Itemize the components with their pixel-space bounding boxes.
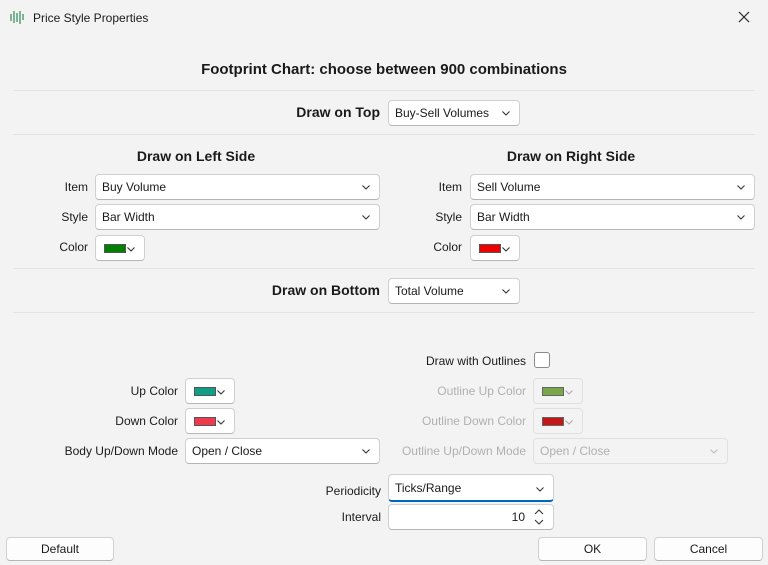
down-color-picker[interactable] [185,408,235,434]
left-item-value: Buy Volume [102,180,167,194]
chevron-down-icon [127,247,135,252]
outline-down-label: Outline Down Color [421,414,526,428]
periodicity-value: Ticks/Range [395,481,462,495]
right-item-dropdown[interactable]: Sell Volume [470,174,755,200]
outline-mode-value: Open / Close [540,444,611,458]
window-title: Price Style Properties [33,11,149,25]
right-color-picker[interactable] [470,235,520,261]
outline-up-label: Outline Up Color [437,384,526,398]
left-style-value: Bar Width [102,210,155,224]
chevron-down-icon [362,215,370,220]
left-style-dropdown[interactable]: Bar Width [95,204,380,230]
left-color-label: Color [59,240,88,254]
interval-value: 10 [511,510,525,524]
outline-mode-dropdown[interactable]: Open / Close [533,438,728,464]
outline-up-color-picker[interactable] [533,378,583,404]
chevron-down-icon [217,390,225,395]
body-mode-dropdown[interactable]: Open / Close [185,438,380,464]
periodicity-label: Periodicity [325,484,381,498]
right-side-heading: Draw on Right Side [506,148,636,164]
chevron-down-icon [217,420,225,425]
periodicity-dropdown[interactable]: Ticks/Range [388,474,554,502]
title-bar: Price Style Properties [0,0,768,34]
draw-bottom-value: Total Volume [395,284,464,298]
chevron-down-icon [362,449,370,454]
left-item-label: Item [64,180,88,194]
draw-bottom-label: Draw on Bottom [271,282,380,298]
outline-down-color-picker[interactable] [533,408,583,434]
right-style-label: Style [435,210,462,224]
bar-chart-icon [10,11,24,24]
up-color-label: Up Color [130,384,178,398]
color-swatch [542,417,564,426]
chevron-down-icon [536,487,544,492]
interval-spinner[interactable]: 10 [388,504,554,530]
divider [13,90,755,91]
color-swatch [479,244,501,253]
body-mode-value: Open / Close [192,444,263,458]
up-color-picker[interactable] [185,378,235,404]
right-item-value: Sell Volume [477,180,541,194]
right-item-label: Item [438,180,462,194]
color-swatch [194,387,216,396]
color-swatch [104,244,126,253]
default-button[interactable]: Default [6,537,114,561]
chevron-down-icon [710,449,718,454]
chevron-down-icon [362,185,370,190]
draw-outlines-label: Draw with Outlines [425,354,526,368]
chevron-down-icon [565,420,573,425]
draw-bottom-dropdown[interactable]: Total Volume [388,278,520,304]
divider [13,134,755,135]
color-swatch [194,417,216,426]
chevron-down-icon [737,185,745,190]
chevron-down-icon [502,289,510,294]
ok-button[interactable]: OK [538,537,647,561]
divider [13,312,755,313]
page-title: Footprint Chart: choose between 900 comb… [201,61,567,78]
right-color-label: Color [433,240,462,254]
right-style-value: Bar Width [477,210,530,224]
draw-top-dropdown[interactable]: Buy-Sell Volumes [388,100,520,126]
right-style-dropdown[interactable]: Bar Width [470,204,755,230]
cancel-button[interactable]: Cancel [654,537,763,561]
outline-mode-label: Outline Up/Down Mode [401,444,526,458]
left-item-dropdown[interactable]: Buy Volume [95,174,380,200]
chevron-down-icon [502,111,510,116]
draw-top-label: Draw on Top [296,104,380,120]
chevron-down-icon [737,215,745,220]
draw-top-value: Buy-Sell Volumes [395,106,490,120]
left-color-picker[interactable] [95,235,145,261]
down-color-label: Down Color [115,414,178,428]
body-mode-label: Body Up/Down Mode [64,444,178,458]
close-button[interactable] [733,6,755,28]
divider [13,268,755,269]
left-side-heading: Draw on Left Side [136,148,256,164]
draw-outlines-checkbox[interactable] [534,352,550,368]
left-style-label: Style [61,210,88,224]
interval-label: Interval [341,510,381,524]
chevron-down-icon [565,390,573,395]
close-icon [738,11,750,23]
up-down-arrows-icon[interactable] [534,508,544,526]
color-swatch [542,387,564,396]
chevron-down-icon [502,247,510,252]
